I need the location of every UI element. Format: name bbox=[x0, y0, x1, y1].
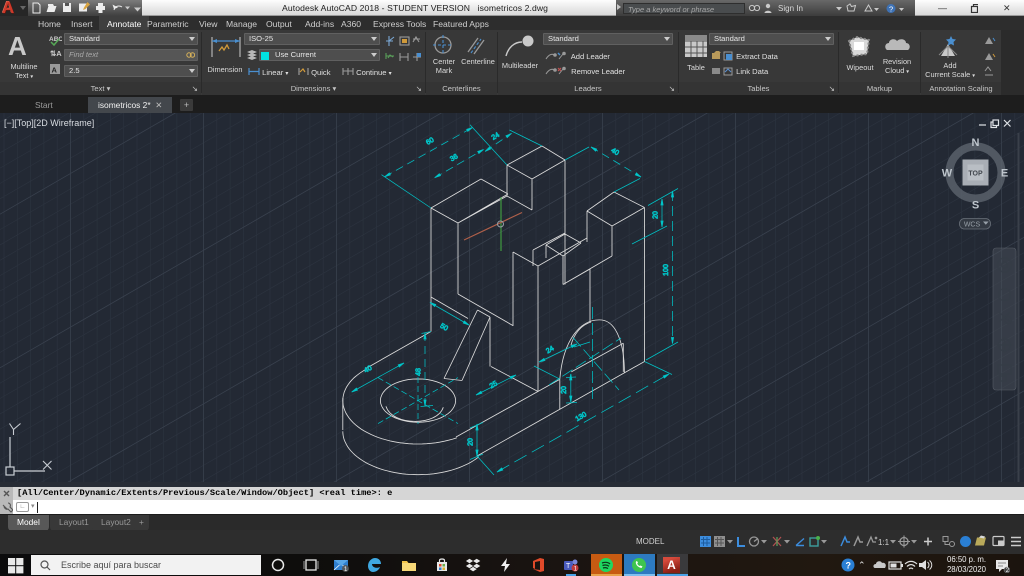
svg-text:⇅A: ⇅A bbox=[50, 49, 62, 58]
svg-text:20: 20 bbox=[468, 438, 475, 446]
svg-text:?: ? bbox=[889, 4, 893, 13]
svg-text:N: N bbox=[972, 137, 980, 149]
svg-text:1:1: 1:1 bbox=[878, 538, 890, 547]
svg-text:S: S bbox=[972, 200, 979, 212]
svg-text:20: 20 bbox=[653, 211, 660, 219]
svg-text:TOP: TOP bbox=[968, 171, 983, 178]
svg-text:WCS: WCS bbox=[964, 222, 981, 229]
svg-text:W: W bbox=[942, 168, 953, 180]
svg-text:T: T bbox=[566, 563, 571, 570]
svg-text:[−][Top][2D Wireframe]: [−][Top][2D Wireframe] bbox=[4, 118, 94, 128]
svg-text:Sign In: Sign In bbox=[778, 4, 803, 13]
svg-text:E: E bbox=[1001, 168, 1008, 180]
svg-text:?: ? bbox=[846, 561, 852, 571]
svg-text:ABC: ABC bbox=[49, 36, 62, 43]
svg-text:20: 20 bbox=[561, 386, 568, 394]
svg-text:100: 100 bbox=[663, 264, 670, 276]
svg-text:48: 48 bbox=[416, 368, 423, 376]
svg-text:A: A bbox=[52, 66, 58, 75]
